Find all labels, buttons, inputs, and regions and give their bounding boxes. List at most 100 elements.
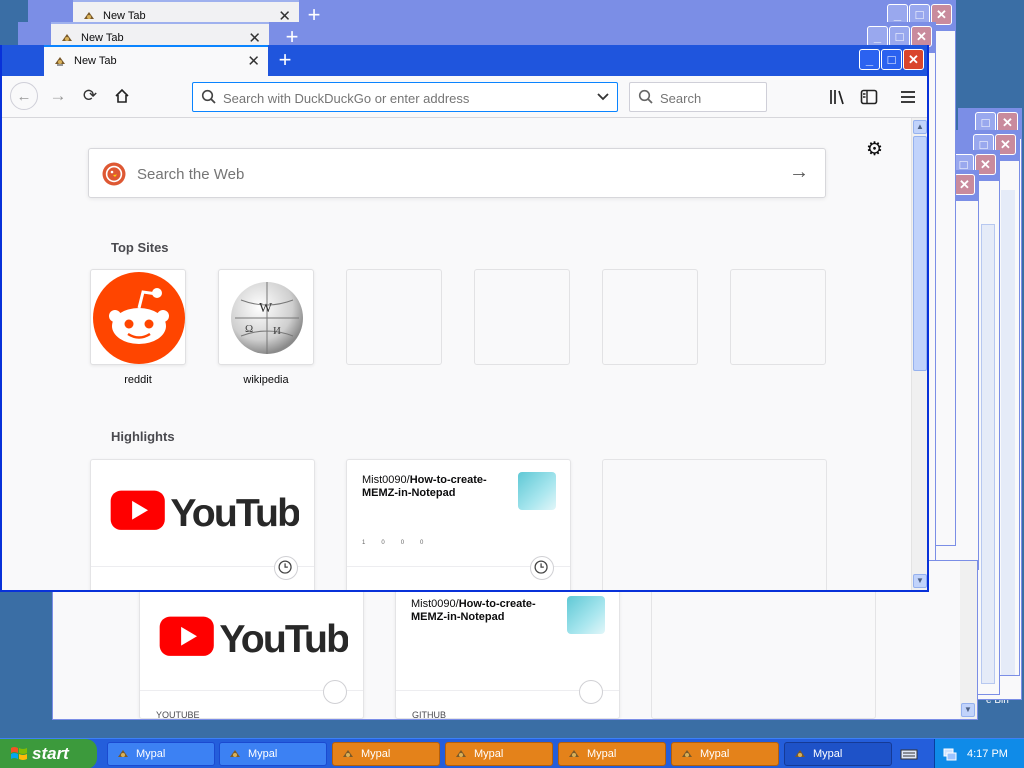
highlight-card-empty — [602, 459, 827, 590]
home-icon — [115, 88, 129, 103]
search-icon — [638, 89, 653, 104]
mypal-icon — [118, 750, 128, 757]
youtube-logo: YouTube — [159, 616, 348, 661]
taskbar-button-mypal[interactable]: Mypal — [784, 742, 892, 766]
new-tab-button[interactable]: + — [270, 47, 300, 74]
highlight-card-youtube[interactable]: YouTube YOUTUBE — [90, 459, 315, 590]
top-site-label: wikipedia — [243, 374, 289, 386]
close-button[interactable]: ✕ — [911, 26, 932, 47]
highlights-heading: Highlights — [111, 429, 175, 444]
highlight-card-github[interactable]: Mist0090/How-to-create-MEMZ-in-Notepad 1… — [346, 459, 571, 590]
start-label: start — [32, 744, 69, 763]
search-bar[interactable] — [629, 82, 767, 112]
gear-icon[interactable]: ⚙ — [866, 138, 883, 161]
maximize-button[interactable]: □ — [881, 49, 902, 70]
maximize-button[interactable]: □ — [889, 26, 910, 47]
clock-icon — [530, 556, 554, 580]
back-button[interactable]: ← — [10, 82, 38, 110]
minimize-button[interactable]: _ — [859, 49, 880, 70]
mypal-icon — [795, 750, 805, 757]
close-button[interactable]: ✕ — [954, 174, 975, 195]
highlight-card-github[interactable]: Mist0090/How-to-create-MEMZ-in-Notepad G… — [395, 583, 620, 719]
url-bar[interactable] — [192, 82, 618, 112]
youtube-logo: YouTube — [110, 490, 299, 535]
scroll-up-button[interactable]: ▲ — [913, 120, 927, 134]
highlight-card-youtube[interactable]: YouTube YOUTUBE — [139, 583, 364, 719]
svg-text:YouTube: YouTube — [219, 618, 348, 661]
top-site-wikipedia[interactable]: W Ω И — [218, 269, 314, 365]
svg-text:W: W — [259, 301, 273, 316]
top-site-label: reddit — [124, 374, 152, 386]
highlight-card-empty — [651, 583, 876, 719]
start-button[interactable]: start — [0, 739, 97, 768]
scroll-thumb[interactable] — [913, 136, 927, 371]
taskbar-button-mypal[interactable]: Mypal — [219, 742, 327, 766]
mypal-icon — [55, 57, 65, 66]
wikipedia-icon: W Ω И — [231, 282, 303, 354]
taskbar-button-label: Mypal — [136, 748, 166, 760]
reload-button[interactable]: ⟳ — [76, 82, 104, 110]
library-icon[interactable] — [828, 87, 848, 107]
reddit-icon — [93, 272, 185, 364]
browser-window: New Tab ✕ + _ □ ✕ ← → ⟳ ⚙ — [0, 45, 929, 592]
forward-button[interactable]: → — [44, 82, 72, 110]
svg-text:YouTube: YouTube — [170, 492, 299, 535]
chevron-down-icon[interactable] — [595, 90, 611, 104]
svg-text:И: И — [273, 325, 281, 337]
mypal-icon — [343, 750, 353, 757]
top-site-empty[interactable] — [730, 269, 826, 365]
arrow-right-icon[interactable]: → — [789, 161, 809, 184]
mypal-icon — [682, 750, 692, 757]
highlight-title: Mist0090/How-to-create-MEMZ-in-Notepad — [362, 474, 487, 499]
minimize-button[interactable]: _ — [867, 26, 888, 47]
taskbar-button-mypal[interactable]: Mypal — [445, 742, 553, 766]
search-input[interactable] — [660, 89, 760, 107]
menu-icon[interactable] — [898, 87, 918, 107]
tab-new-tab[interactable]: New Tab ✕ — [44, 45, 268, 76]
top-site-empty[interactable] — [346, 269, 442, 365]
repo-stats: 1 0 0 0 — [362, 540, 424, 546]
taskbar-button-mypal[interactable]: Mypal — [107, 742, 215, 766]
taskbar-button-mypal[interactable]: Mypal — [671, 742, 779, 766]
title-bar[interactable]: New Tab ✕ + _ □ ✕ — [2, 45, 927, 76]
taskbar-button-label: Mypal — [700, 748, 730, 760]
search-icon — [201, 89, 216, 104]
tab-title: New Tab — [74, 55, 117, 67]
taskbar-button-label: Mypal — [474, 748, 504, 760]
clock-icon — [579, 680, 603, 704]
web-search-input[interactable] — [137, 164, 737, 184]
top-site-empty[interactable] — [474, 269, 570, 365]
home-button[interactable] — [108, 82, 136, 110]
new-tab-page: ⚙ → Top Sites reddit — [2, 118, 911, 590]
keyboard-icon[interactable] — [900, 746, 918, 762]
taskbar-button-label: Mypal — [361, 748, 391, 760]
scroll-down-button[interactable]: ▼ — [913, 574, 927, 588]
duckduckgo-icon — [102, 162, 126, 186]
network-icon[interactable] — [943, 747, 957, 761]
system-tray: 4:17 PM — [934, 739, 1024, 768]
web-search-box[interactable]: → — [88, 148, 826, 198]
clock-icon — [323, 680, 347, 704]
mypal-icon — [62, 34, 72, 41]
taskbar-button-mypal[interactable]: Mypal — [558, 742, 666, 766]
vertical-scrollbar[interactable]: ▲ ▼ — [911, 118, 927, 590]
mypal-icon — [84, 12, 94, 19]
taskbar-button-mypal[interactable]: Mypal — [332, 742, 440, 766]
taskbar-button-label: Mypal — [813, 748, 843, 760]
close-tab-icon[interactable]: ✕ — [247, 47, 260, 76]
close-button[interactable]: ✕ — [903, 49, 924, 70]
clock-icon — [274, 556, 298, 580]
clock[interactable]: 4:17 PM — [967, 739, 1008, 768]
avatar — [567, 596, 605, 634]
mypal-icon — [569, 750, 579, 757]
top-site-reddit[interactable] — [90, 269, 186, 365]
mypal-icon — [456, 750, 466, 757]
top-site-empty[interactable] — [602, 269, 698, 365]
sidebar-icon[interactable] — [859, 87, 879, 107]
avatar — [518, 472, 556, 510]
navigation-toolbar: ← → ⟳ — [2, 76, 927, 118]
url-input[interactable] — [223, 89, 583, 107]
windows-flag-icon — [11, 747, 27, 760]
taskbar: start Mypal Mypal Mypal Mypal Mypal Mypal Mypa… — [0, 738, 1024, 768]
taskbar-button-label: Mypal — [587, 748, 617, 760]
